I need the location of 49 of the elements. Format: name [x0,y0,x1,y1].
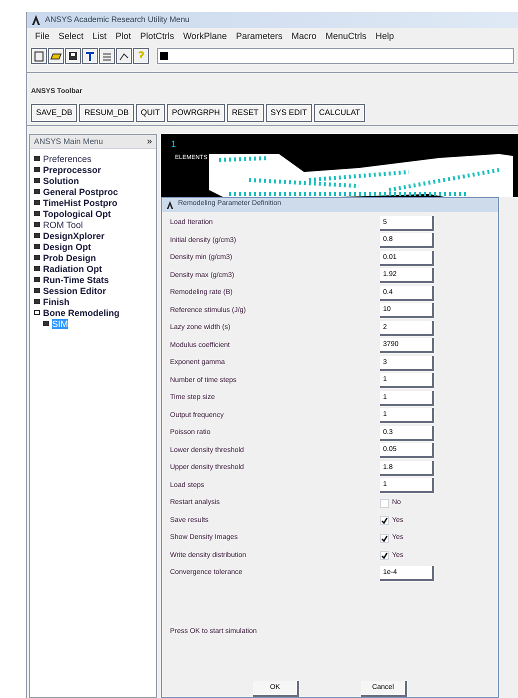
command-input-field[interactable] [157,48,514,64]
new-file-icon[interactable] [31,48,47,64]
menu-tree-item[interactable]: Run-Time Stats [43,274,109,284]
toolbar-button[interactable]: POWRGRPH [166,104,225,122]
menu-item[interactable]: Select [58,30,84,44]
list-icon[interactable] [99,48,115,64]
menu-item[interactable]: Help [376,30,394,44]
menu-tree-item[interactable]: General Postproc [43,186,118,196]
toolbar-button[interactable]: SAVE_DB [31,104,78,122]
save-icon[interactable] [65,48,81,64]
app-logo-icon [166,200,174,208]
menu-tree-item[interactable]: Solution [43,176,79,186]
menu-tree-item[interactable]: Design Opt [43,242,92,252]
toolbar-button[interactable]: QUIT [136,104,165,122]
menu-item[interactable]: PlotCtrls [140,30,174,44]
menu-tree-item[interactable]: Radiation Opt [43,264,102,274]
menu-tree-item[interactable]: ROM Tool [43,220,83,230]
collapse-button[interactable]: » [146,134,152,148]
toolbar-button[interactable]: RESUM_DB [79,104,134,122]
menu-tree-item[interactable]: Finish [43,296,70,306]
window-number: 1 [171,138,176,151]
help-icon[interactable] [133,48,149,64]
toolbar-button[interactable]: SYS EDIT [266,104,312,122]
menu-item[interactable]: Parameters [236,30,282,44]
menu-item[interactable]: WorkPlane [183,30,227,44]
expand-icon [34,310,40,315]
checkbox[interactable] [380,551,389,560]
app-logo-icon [31,15,41,25]
panel-title: ANSYS Main Menu [34,136,103,148]
folder-icon[interactable] [48,48,64,64]
checkbox[interactable] [380,534,389,543]
menu-item[interactable]: List [92,30,107,44]
menu-tree-item[interactable]: TimeHist Postpro [43,198,118,208]
menu-tree-item[interactable]: Preprocessor [43,164,102,174]
menu-tree-item[interactable]: Topological Opt [43,208,111,218]
menu-tree-item[interactable]: Session Editor [43,286,106,296]
menu-item[interactable]: Plot [116,30,132,44]
toolbar-button[interactable]: RESET [226,104,264,122]
menu-item[interactable]: Macro [291,30,316,44]
checkbox[interactable] [380,516,389,526]
menu-tree-item[interactable]: DesignXplorer [43,230,105,240]
menu-tree-item[interactable]: Preferences [43,154,92,164]
menu-tree-item[interactable]: Bone Remodeling [43,308,120,318]
menu-item[interactable]: File [35,30,50,44]
menu-tree-item[interactable]: Prob Design [43,252,96,262]
toolbar-button[interactable]: CALCULAT [314,104,366,122]
window-title: ANSYS Academic Research Utility Menu [45,14,190,26]
menu-item[interactable]: MenuCtrls [325,30,366,44]
item-icon [43,321,49,326]
